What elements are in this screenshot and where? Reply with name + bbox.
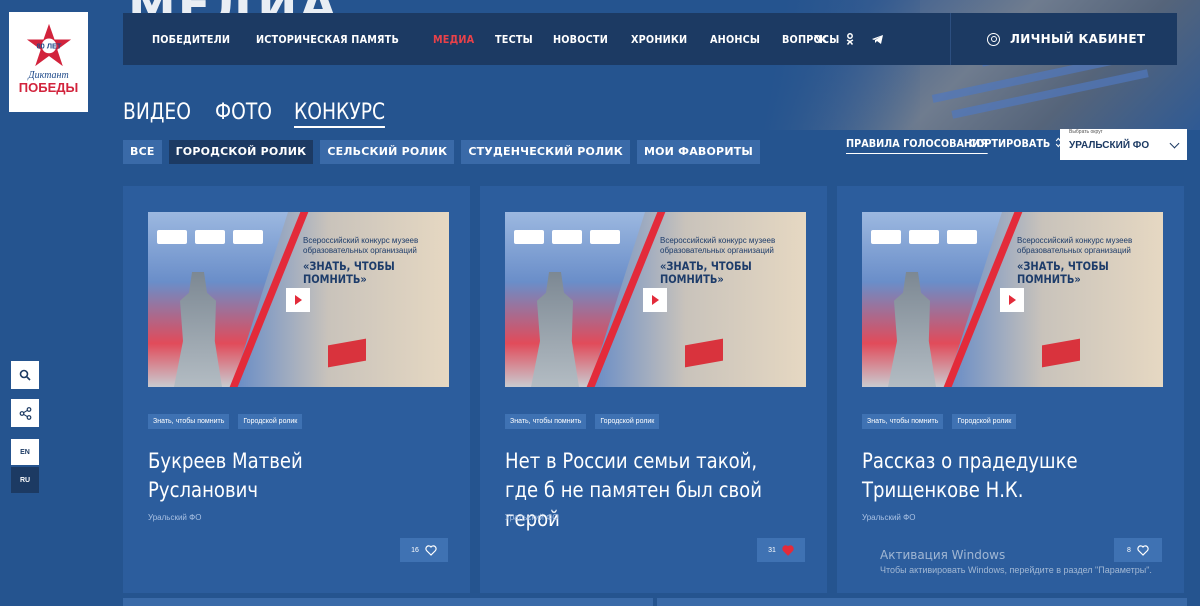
region-select-value: УРАЛЬСКИЙ ФО — [1069, 140, 1150, 151]
card-tags: Знать, чтобы помнить Городской ролик — [862, 414, 1017, 429]
thumbnail-red-flag — [1042, 338, 1080, 368]
contest-card[interactable]: Всероссийский конкурс музеев образовател… — [480, 186, 827, 593]
heart-icon — [425, 544, 437, 556]
like-button[interactable]: 31 — [757, 538, 805, 562]
main-menu: ПОБЕДИТЕЛИ ИСТОРИЧЕСКАЯ ПАМЯТЬ МЕДИА ТЕС… — [123, 33, 862, 46]
card-title[interactable]: Рассказ о прадедушке Трищенкове Н.К. — [862, 447, 1129, 505]
thumbnail-title: «ЗНАТЬ, ЧТОБЫ ПОМНИТЬ» — [303, 259, 395, 286]
like-button[interactable]: 16 — [400, 538, 448, 562]
filter-student-video[interactable]: СТУДЕНЧЕСКИЙ РОЛИК — [461, 140, 630, 164]
nav-item-chronicles[interactable]: ХРОНИКИ — [631, 33, 687, 46]
like-count: 31 — [768, 546, 776, 554]
thumbnail-subtitle: Всероссийский конкурс музеев образовател… — [660, 236, 776, 255]
next-row-card — [123, 598, 653, 606]
thumbnail-logos — [157, 230, 263, 244]
thumbnail-subtitle: Всероссийский конкурс музеев образовател… — [303, 236, 419, 255]
category-filters: ВСЕ ГОРОДСКОЙ РОЛИК СЕЛЬСКИЙ РОЛИК СТУДЕ… — [123, 140, 761, 164]
next-row-card — [657, 598, 1187, 606]
lang-ru-button[interactable]: RU — [11, 467, 39, 493]
nav-divider — [950, 13, 951, 65]
contest-card[interactable]: Всероссийский конкурс музеев образовател… — [837, 186, 1184, 593]
ok-icon[interactable] — [845, 33, 855, 45]
play-icon[interactable] — [286, 288, 310, 312]
region-select-label: Выбрать округ — [1069, 129, 1103, 135]
personal-cabinet-label: ЛИЧНЫЙ КАБИНЕТ — [1010, 32, 1146, 46]
thumbnail-subtitle: Всероссийский конкурс музеев образовател… — [1017, 236, 1133, 255]
thumbnail-title: «ЗНАТЬ, ЧТОБЫ ПОМНИТЬ» — [1017, 259, 1109, 286]
share-button[interactable] — [11, 399, 39, 427]
watermark-title: Активация Windows — [880, 548, 1006, 562]
video-thumbnail[interactable]: Всероссийский конкурс музеев образовател… — [505, 212, 806, 387]
card-tags: Знать, чтобы помнить Городской ролик — [148, 414, 303, 429]
card-region: Уральский ФО — [505, 513, 559, 522]
thumbnail-logos — [871, 230, 977, 244]
tab-video[interactable]: ВИДЕО — [123, 100, 191, 128]
contest-card[interactable]: Всероссийский конкурс музеев образовател… — [123, 186, 470, 593]
social-links — [813, 33, 884, 45]
search-icon — [19, 369, 31, 381]
play-icon[interactable] — [643, 288, 667, 312]
card-tags: Знать, чтобы помнить Городской ролик — [505, 414, 660, 429]
media-sections: ВИДЕО ФОТО КОНКУРС — [123, 100, 387, 128]
video-thumbnail[interactable]: Всероссийский конкурс музеев образовател… — [862, 212, 1163, 387]
tab-contest[interactable]: КОНКУРС — [293, 100, 386, 128]
tab-photo[interactable]: ФОТО — [215, 100, 272, 128]
nav-item-tests[interactable]: ТЕСТЫ — [495, 33, 533, 46]
card-region: Уральский ФО — [862, 513, 916, 522]
voting-rules-link[interactable]: ПРАВИЛА ГОЛОСОВАНИЯ — [846, 137, 988, 154]
tag[interactable]: Знать, чтобы помнить — [148, 414, 230, 429]
thumbnail-red-flag — [328, 338, 366, 368]
tag[interactable]: Городской ролик — [595, 414, 660, 429]
thumbnail-logos — [514, 230, 620, 244]
play-icon[interactable] — [1000, 288, 1024, 312]
sort-button[interactable]: СОРТИРОВАТЬ — [969, 137, 1062, 150]
telegram-icon[interactable] — [871, 34, 884, 45]
tag[interactable]: Знать, чтобы помнить — [505, 414, 587, 429]
card-region: Уральский ФО — [148, 513, 202, 522]
filter-all[interactable]: ВСЕ — [123, 140, 162, 164]
vk-icon[interactable] — [813, 34, 829, 44]
personal-cabinet-button[interactable]: ЛИЧНЫЙ КАБИНЕТ — [987, 32, 1145, 46]
search-button[interactable] — [11, 361, 39, 389]
nav-item-news[interactable]: НОВОСТИ — [553, 33, 608, 46]
star-logo-icon: 80 ЛЕТ — [26, 23, 71, 67]
filter-rural-video[interactable]: СЕЛЬСКИЙ РОЛИК — [320, 140, 455, 164]
nav-item-announcements[interactable]: АНОНСЫ — [710, 33, 760, 46]
filter-city-video[interactable]: ГОРОДСКОЙ РОЛИК — [168, 140, 314, 164]
nav-item-historical-memory[interactable]: ИСТОРИЧЕСКАЯ ПАМЯТЬ — [256, 33, 399, 46]
like-count: 16 — [411, 546, 419, 554]
heart-filled-icon — [782, 544, 794, 556]
lang-en-button[interactable]: EN — [11, 439, 39, 465]
user-icon — [987, 32, 1000, 46]
windows-activation-watermark: Активация Windows Чтобы активировать Win… — [880, 548, 1152, 575]
chevron-down-icon — [1169, 138, 1180, 149]
logo-line-2: ПОБЕДЫ — [18, 80, 79, 95]
tag[interactable]: Городской ролик — [238, 414, 303, 429]
sort-label: СОРТИРОВАТЬ — [969, 137, 1051, 150]
share-icon — [19, 406, 31, 420]
svg-text:80 ЛЕТ: 80 ЛЕТ — [36, 42, 61, 51]
nav-item-winners[interactable]: ПОБЕДИТЕЛИ — [152, 33, 230, 46]
card-title[interactable]: Букреев Матвей Русланович — [148, 447, 415, 505]
site-logo[interactable]: 80 ЛЕТ Диктант ПОБЕДЫ — [9, 12, 88, 112]
watermark-subtitle: Чтобы активировать Windows, перейдите в … — [880, 565, 1152, 575]
thumbnail-title: «ЗНАТЬ, ЧТОБЫ ПОМНИТЬ» — [660, 259, 752, 286]
top-navigation: ПОБЕДИТЕЛИ ИСТОРИЧЕСКАЯ ПАМЯТЬ МЕДИА ТЕС… — [123, 13, 1177, 65]
nav-item-media[interactable]: МЕДИА — [433, 33, 474, 46]
region-select[interactable]: Выбрать округ УРАЛЬСКИЙ ФО — [1060, 129, 1187, 160]
filter-my-favorites[interactable]: МОИ ФАВОРИТЫ — [636, 140, 761, 164]
thumbnail-red-flag — [685, 338, 723, 368]
tag[interactable]: Городской ролик — [952, 414, 1017, 429]
tag[interactable]: Знать, чтобы помнить — [862, 414, 944, 429]
video-thumbnail[interactable]: Всероссийский конкурс музеев образовател… — [148, 212, 449, 387]
